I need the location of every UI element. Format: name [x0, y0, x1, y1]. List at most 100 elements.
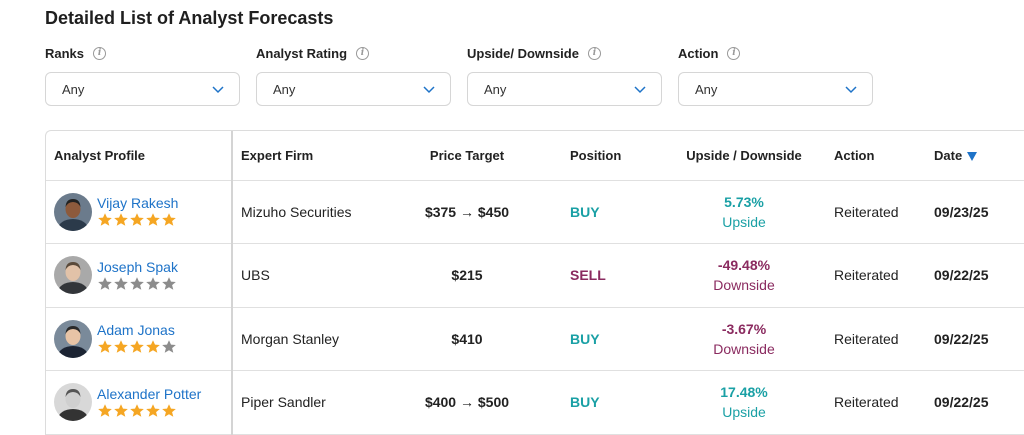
star-filled-icon — [98, 403, 112, 417]
date-value: 09/23/25 — [934, 180, 1024, 244]
table-row[interactable]: Joseph Spak UBS $215 SELL -49.48% Downsi… — [46, 243, 1024, 308]
avatar[interactable] — [54, 319, 92, 358]
avatar-photo — [54, 256, 92, 295]
filter-upside-downside: Upside/ Downside i Any — [467, 44, 678, 106]
upside-downside-cell: -3.67% Downside — [668, 307, 820, 371]
upside-downside-select[interactable]: Any — [467, 72, 662, 106]
analyst-profile-cell: Adam Jonas — [46, 307, 233, 371]
filters-bar: Ranks i Any Analyst Rating i Any Upside/ D… — [45, 44, 889, 106]
analyst-name-link[interactable]: Vijay Rakesh — [97, 195, 178, 211]
chevron-down-icon — [212, 86, 224, 94]
price-target: $215 — [382, 243, 552, 308]
analyst-name-link[interactable]: Alexander Potter — [97, 386, 201, 402]
position-badge: BUY — [552, 180, 668, 244]
info-icon[interactable]: i — [356, 46, 370, 60]
upside-percent: -49.48% — [717, 257, 771, 274]
date-value: 09/22/25 — [934, 243, 1024, 308]
select-value: Any — [62, 81, 85, 97]
avatar-photo — [54, 383, 92, 422]
star-empty-icon — [162, 276, 176, 290]
star-empty-icon — [114, 276, 128, 290]
analyst-name-link[interactable]: Adam Jonas — [97, 322, 177, 338]
position-badge: BUY — [552, 370, 668, 435]
star-empty-icon — [162, 340, 176, 354]
header-upside-downside: Upside / Downside — [668, 131, 820, 181]
star-filled-icon — [130, 213, 144, 227]
filter-action: Action i Any — [678, 44, 889, 106]
action-value: Reiterated — [820, 307, 934, 371]
analyst-name-link[interactable]: Joseph Spak — [97, 259, 178, 275]
analyst-profile-cell: Alexander Potter — [46, 370, 233, 435]
upside-percent: -3.67% — [721, 320, 767, 337]
star-empty-icon — [146, 276, 160, 290]
filter-label: Upside/ Downside — [467, 45, 579, 61]
analyst-profile-cell: Vijay Rakesh — [46, 180, 233, 244]
avatar[interactable] — [54, 383, 92, 422]
star-empty-icon — [130, 276, 144, 290]
action-value: Reiterated — [820, 243, 934, 308]
expert-firm: Mizuho Securities — [232, 180, 382, 244]
star-filled-icon — [146, 340, 160, 354]
upside-downside-cell: 5.73% Upside — [668, 180, 820, 244]
filter-label: Ranks — [45, 45, 85, 61]
action-value: Reiterated — [820, 180, 934, 244]
chevron-down-icon — [423, 86, 435, 94]
info-icon[interactable]: i — [587, 46, 601, 60]
position-badge: SELL — [552, 243, 668, 308]
star-filled-icon — [146, 403, 160, 417]
star-filled-icon — [162, 403, 176, 417]
expert-firm: Morgan Stanley — [232, 307, 382, 371]
filter-label: Action — [678, 45, 719, 61]
star-filled-icon — [130, 403, 144, 417]
avatar-photo — [54, 319, 92, 358]
chevron-down-icon — [634, 86, 646, 94]
upside-direction: Upside — [722, 404, 766, 421]
action-select[interactable]: Any — [678, 72, 873, 106]
expert-firm: Piper Sandler — [232, 370, 382, 435]
star-filled-icon — [146, 213, 160, 227]
forecasts-table: Analyst Profile Expert Firm Price Target… — [45, 130, 1024, 435]
upside-direction: Downside — [713, 277, 775, 294]
star-filled-icon — [114, 340, 128, 354]
date-value: 09/22/25 — [934, 370, 1024, 435]
sort-desc-icon[interactable] — [967, 151, 978, 161]
chevron-down-icon — [845, 86, 857, 94]
expert-firm: UBS — [232, 243, 382, 308]
star-filled-icon — [114, 213, 128, 227]
table-row[interactable]: Adam Jonas Morgan Stanley $410 BUY -3.67… — [46, 307, 1024, 371]
filter-analyst-rating: Analyst Rating i Any — [256, 44, 467, 106]
ranks-select[interactable]: Any — [45, 72, 240, 106]
price-target: $410 — [382, 307, 552, 371]
date-value: 09/22/25 — [934, 307, 1024, 371]
select-value: Any — [484, 81, 507, 97]
star-filled-icon — [98, 340, 112, 354]
date-label: Date — [934, 147, 963, 163]
star-rating — [97, 339, 177, 355]
header-action: Action — [820, 131, 934, 181]
avatar[interactable] — [54, 256, 92, 295]
price-target: $375 → $450 — [382, 180, 552, 244]
page-title: Detailed List of Analyst Forecasts — [45, 8, 334, 28]
header-date[interactable]: Date — [934, 131, 1024, 181]
avatar-photo — [54, 192, 92, 231]
avatar[interactable] — [54, 192, 92, 231]
filter-ranks: Ranks i Any — [45, 44, 256, 106]
header-price-target: Price Target — [382, 131, 552, 181]
star-filled-icon — [162, 213, 176, 227]
star-empty-icon — [98, 276, 112, 290]
table-row[interactable]: Alexander Potter Piper Sandler $400 → $5… — [46, 370, 1024, 435]
table-row[interactable]: Vijay Rakesh Mizuho Securities $375 → $4… — [46, 180, 1024, 244]
upside-direction: Downside — [713, 340, 775, 357]
upside-percent: 5.73% — [724, 193, 764, 210]
price-target: $400 → $500 — [382, 370, 552, 435]
analyst-rating-select[interactable]: Any — [256, 72, 451, 106]
position-badge: BUY — [552, 307, 668, 371]
star-filled-icon — [130, 340, 144, 354]
header-position: Position — [552, 131, 668, 181]
info-icon[interactable]: i — [93, 46, 107, 60]
upside-downside-cell: -49.48% Downside — [668, 243, 820, 308]
select-value: Any — [695, 81, 718, 97]
info-icon[interactable]: i — [727, 46, 741, 60]
upside-downside-cell: 17.48% Upside — [668, 370, 820, 435]
star-rating — [97, 276, 178, 292]
